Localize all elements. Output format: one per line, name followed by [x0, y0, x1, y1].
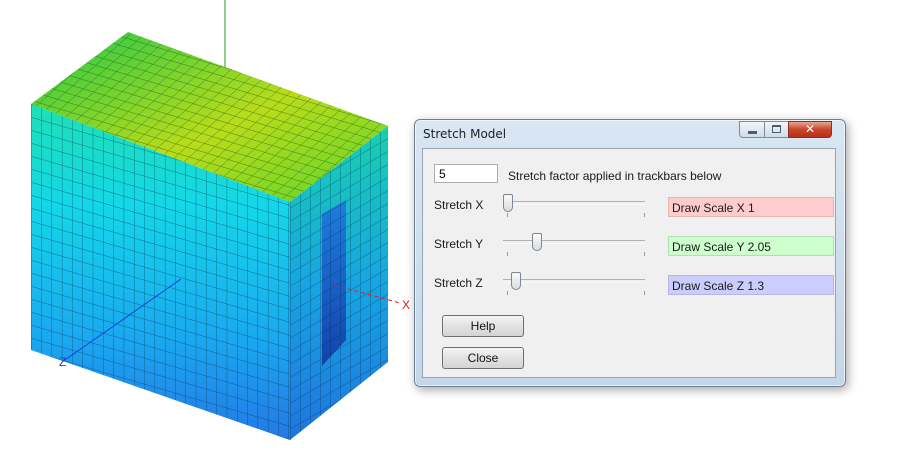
minimize-button[interactable]	[739, 121, 765, 138]
stretch-y-trackbar[interactable]	[423, 232, 663, 258]
stretch-factor-input[interactable]: 5	[434, 164, 498, 183]
stretch-y-thumb[interactable]	[532, 233, 543, 251]
minimize-icon	[747, 131, 757, 134]
stretch-x-trackbar[interactable]	[423, 193, 663, 219]
z-axis-label: Z	[59, 355, 66, 369]
trackbar-tick	[507, 252, 508, 256]
trackbar-tick	[507, 213, 508, 217]
stretch-z-thumb[interactable]	[510, 272, 521, 290]
stretch-model-dialog: Stretch Model ✕ 5 Stretch factor applied…	[414, 119, 846, 387]
dialog-titlebar[interactable]: Stretch Model ✕	[415, 120, 845, 148]
maximize-button[interactable]	[764, 121, 789, 138]
maximize-icon	[772, 125, 781, 133]
draw-scale-x-display: Draw Scale X 1	[668, 197, 834, 217]
trackbar-tick	[644, 213, 645, 217]
close-icon: ✕	[804, 122, 816, 136]
trackbar-tick	[507, 291, 508, 295]
mesh-cutout-grid	[322, 200, 346, 366]
dialog-client-area: 5 Stretch factor applied in trackbars be…	[422, 148, 836, 378]
close-window-button[interactable]: ✕	[788, 121, 832, 138]
trackbar-tick	[644, 291, 645, 295]
trackbar-channel	[503, 279, 645, 283]
stretch-z-trackbar[interactable]	[423, 271, 663, 297]
trackbar-tick	[644, 252, 645, 256]
stretch-x-thumb[interactable]	[503, 194, 513, 212]
draw-scale-z-display: Draw Scale Z 1.3	[668, 275, 834, 295]
stretch-factor-label: Stretch factor applied in trackbars belo…	[508, 169, 722, 183]
dialog-title: Stretch Model	[423, 127, 507, 141]
trackbar-channel	[503, 240, 645, 244]
draw-scale-y-display: Draw Scale Y 2.05	[668, 236, 834, 256]
trackbar-channel	[503, 201, 645, 205]
help-button[interactable]: Help	[442, 315, 524, 337]
x-axis-label: X	[402, 298, 410, 312]
close-button[interactable]: Close	[442, 347, 524, 369]
